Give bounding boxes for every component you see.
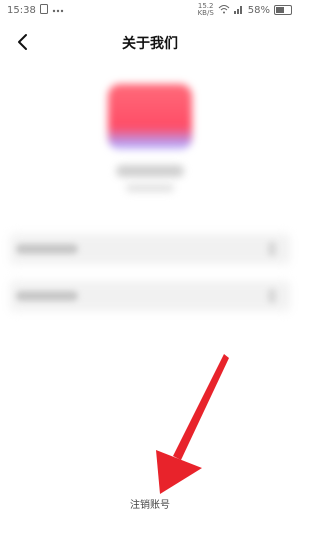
network-speed: 15.2 KB/S bbox=[198, 3, 214, 17]
app-version-blurred bbox=[126, 184, 174, 192]
menu-row-2[interactable] bbox=[0, 281, 300, 311]
network-speed-unit: KB/S bbox=[197, 9, 214, 17]
cancel-account-link[interactable]: 注销账号 bbox=[0, 496, 300, 511]
battery-icon bbox=[274, 5, 292, 15]
menu-row-label-blurred bbox=[16, 291, 78, 301]
signal-icon bbox=[233, 4, 244, 17]
more-dots-icon bbox=[52, 5, 64, 16]
app-logo bbox=[108, 84, 192, 150]
battery-percent: 58% bbox=[247, 4, 270, 16]
menu-row-1[interactable] bbox=[0, 234, 300, 264]
chevron-right-icon bbox=[268, 242, 276, 256]
annotation-arrow bbox=[156, 354, 229, 494]
status-left: 15:38 bbox=[7, 4, 64, 17]
arrow-shaft bbox=[173, 354, 229, 460]
menu-row-label-blurred bbox=[16, 244, 78, 254]
status-time: 15:38 bbox=[7, 5, 36, 16]
arrow-head-icon bbox=[156, 450, 202, 494]
chevron-right-icon bbox=[268, 289, 276, 303]
page-title: 关于我们 bbox=[122, 36, 178, 52]
app-name-blurred bbox=[116, 165, 184, 177]
status-right: 15.2 KB/S 58% bbox=[198, 3, 292, 17]
status-bar: 15:38 15.2 KB/S 58% bbox=[0, 0, 300, 22]
sim-icon bbox=[39, 4, 48, 17]
header: 关于我们 bbox=[0, 28, 300, 58]
wifi-icon bbox=[218, 4, 230, 17]
